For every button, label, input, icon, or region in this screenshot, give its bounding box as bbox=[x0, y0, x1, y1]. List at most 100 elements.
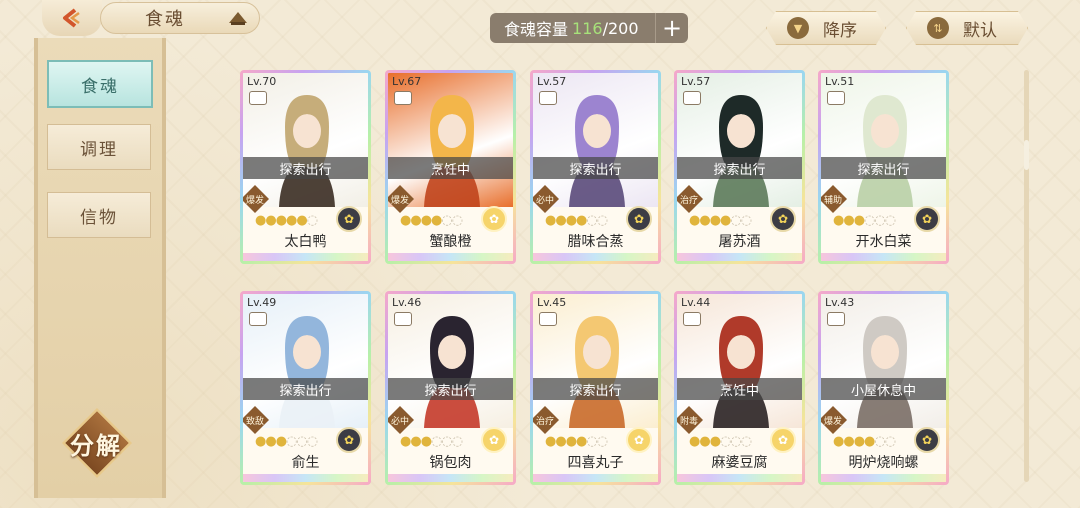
food-soul-card[interactable]: Lv.67 烹饪中 爆发 ●●●●◌◌ ✿ 蟹酿橙 bbox=[385, 70, 516, 264]
star-rating: ●●●●●◌ bbox=[255, 213, 318, 228]
scroll-thumb[interactable] bbox=[1024, 140, 1029, 170]
card-name: 腊味合蒸 bbox=[567, 234, 624, 250]
sidebar-item-label: 食魂 bbox=[81, 76, 119, 97]
status-banner: 探索出行 bbox=[533, 157, 658, 179]
character-figure bbox=[279, 95, 335, 207]
star-rating: ●●●●◌◌ bbox=[545, 434, 608, 449]
card-name: 俞生 bbox=[291, 455, 320, 471]
food-soul-card[interactable]: Lv.49 探索出行 致敌 ●●●◌◌◌ ✿ 俞生 bbox=[240, 291, 371, 485]
back-arrow-icon bbox=[63, 8, 80, 28]
element-icon: ✿ bbox=[336, 427, 362, 453]
rarity-strip bbox=[821, 253, 946, 261]
star-rating: ●●●◌◌◌ bbox=[255, 434, 318, 449]
add-capacity-button[interactable]: + bbox=[655, 13, 688, 43]
sort-down-icon: ▼ bbox=[787, 17, 809, 39]
food-soul-card[interactable]: Lv.45 探索出行 治疗 ●●●●◌◌ ✿ 四喜丸子 bbox=[530, 291, 661, 485]
character-figure bbox=[569, 95, 625, 207]
level-label: Lv.44 bbox=[681, 296, 711, 309]
character-figure bbox=[569, 316, 625, 428]
food-soul-card[interactable]: Lv.46 探索出行 必中 ●●●◌◌◌ ✿ 锅包肉 bbox=[385, 291, 516, 485]
chat-badge-icon bbox=[683, 312, 701, 326]
star-rating: ●●●●◌◌ bbox=[545, 213, 608, 228]
page-title-tab: 食魂 bbox=[100, 2, 260, 34]
element-icon: ✿ bbox=[914, 206, 940, 232]
card-name: 锅包肉 bbox=[429, 455, 472, 471]
chat-badge-icon bbox=[827, 312, 845, 326]
scrollbar[interactable] bbox=[1024, 70, 1029, 482]
capacity-display: 食魂容量 116 /200 + bbox=[490, 13, 688, 43]
card-name: 屠苏酒 bbox=[718, 234, 761, 250]
sort-order-label: 降序 bbox=[823, 20, 857, 41]
card-name: 开水白菜 bbox=[855, 234, 912, 250]
sort-order-button[interactable]: ▼ 降序 bbox=[766, 11, 886, 45]
back-button[interactable] bbox=[42, 0, 102, 36]
sort-mode-label: 默认 bbox=[963, 20, 997, 41]
rarity-strip bbox=[243, 253, 368, 261]
card-name: 四喜丸子 bbox=[567, 455, 624, 471]
character-figure bbox=[857, 95, 913, 207]
level-label: Lv.43 bbox=[825, 296, 855, 309]
character-figure bbox=[424, 316, 480, 428]
chat-badge-icon bbox=[539, 91, 557, 105]
element-icon: ✿ bbox=[914, 427, 940, 453]
status-banner: 探索出行 bbox=[388, 378, 513, 400]
status-banner: 烹饪中 bbox=[388, 157, 513, 179]
page-title: 食魂 bbox=[145, 9, 185, 30]
star-rating: ●●●◌◌◌ bbox=[833, 213, 896, 228]
capacity-current: 116 bbox=[572, 18, 603, 38]
food-soul-card[interactable]: Lv.44 烹饪中 附毒 ●●●◌◌◌ ✿ 麻婆豆腐 bbox=[674, 291, 805, 485]
level-label: Lv.46 bbox=[392, 296, 422, 309]
chat-badge-icon bbox=[394, 312, 412, 326]
status-banner: 探索出行 bbox=[243, 378, 368, 400]
rarity-strip bbox=[821, 474, 946, 482]
chef-hat-icon[interactable] bbox=[227, 9, 249, 27]
card-name: 麻婆豆腐 bbox=[711, 455, 768, 471]
food-soul-card[interactable]: Lv.57 探索出行 必中 ●●●●◌◌ ✿ 腊味合蒸 bbox=[530, 70, 661, 264]
star-rating: ●●●●◌◌ bbox=[689, 213, 752, 228]
sidebar-item-label: 调理 bbox=[80, 139, 118, 160]
rarity-strip bbox=[388, 253, 513, 261]
food-soul-card[interactable]: Lv.43 小屋休息中 爆发 ●●●●◌◌ ✿ 明炉烧响螺 bbox=[818, 291, 949, 485]
food-soul-card[interactable]: Lv.57 探索出行 治疗 ●●●●◌◌ ✿ 屠苏酒 bbox=[674, 70, 805, 264]
rarity-strip bbox=[533, 253, 658, 261]
level-label: Lv.51 bbox=[825, 75, 855, 88]
star-rating: ●●●◌◌◌ bbox=[400, 434, 463, 449]
card-name: 蟹酿橙 bbox=[429, 234, 472, 250]
rarity-strip bbox=[388, 474, 513, 482]
decompose-label: 分解 bbox=[70, 432, 122, 460]
capacity-label: 食魂容量 bbox=[504, 20, 569, 39]
element-icon: ✿ bbox=[626, 206, 652, 232]
status-banner: 烹饪中 bbox=[677, 378, 802, 400]
rarity-strip bbox=[677, 253, 802, 261]
chat-badge-icon bbox=[394, 91, 412, 105]
element-icon: ✿ bbox=[770, 206, 796, 232]
food-soul-card[interactable]: Lv.51 探索出行 辅助 ●●●◌◌◌ ✿ 开水白菜 bbox=[818, 70, 949, 264]
element-icon: ✿ bbox=[481, 206, 507, 232]
level-label: Lv.49 bbox=[247, 296, 277, 309]
status-banner: 小屋休息中 bbox=[821, 378, 946, 400]
chat-badge-icon bbox=[827, 91, 845, 105]
status-banner: 探索出行 bbox=[677, 157, 802, 179]
sidebar-item-tiaoli[interactable]: 调理 bbox=[47, 124, 151, 170]
star-rating: ●●●●◌◌ bbox=[833, 434, 896, 449]
decompose-button[interactable]: 分解 bbox=[58, 407, 136, 479]
card-name: 明炉烧响螺 bbox=[848, 455, 919, 471]
rarity-strip bbox=[533, 474, 658, 482]
status-banner: 探索出行 bbox=[533, 378, 658, 400]
sort-toggle-icon: ⇅ bbox=[927, 17, 949, 39]
chat-badge-icon bbox=[539, 312, 557, 326]
status-banner: 探索出行 bbox=[243, 157, 368, 179]
rarity-strip bbox=[677, 474, 802, 482]
character-figure bbox=[857, 316, 913, 428]
sort-mode-button[interactable]: ⇅ 默认 bbox=[906, 11, 1028, 45]
food-soul-card[interactable]: Lv.70 探索出行 爆发 ●●●●●◌ ✿ 太白鸭 bbox=[240, 70, 371, 264]
card-name: 太白鸭 bbox=[284, 234, 327, 250]
sidebar-item-xinwu[interactable]: 信物 bbox=[47, 192, 151, 238]
sidebar-item-shihun[interactable]: 食魂 bbox=[47, 60, 153, 108]
character-figure bbox=[279, 316, 335, 428]
character-figure bbox=[713, 316, 769, 428]
sidebar-item-label: 信物 bbox=[80, 207, 118, 228]
character-figure bbox=[424, 95, 480, 207]
status-banner: 探索出行 bbox=[821, 157, 946, 179]
rarity-strip bbox=[243, 474, 368, 482]
